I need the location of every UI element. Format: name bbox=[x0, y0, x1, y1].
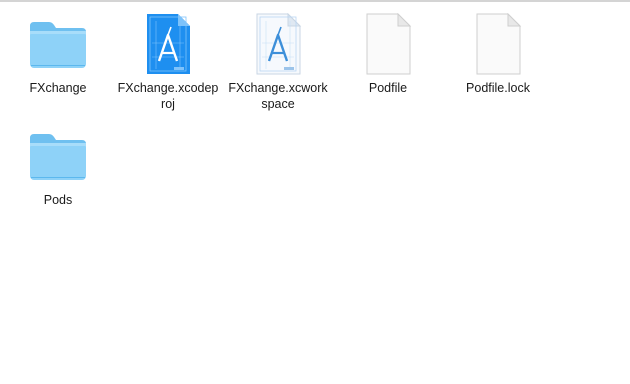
file-name-label: FXchange bbox=[29, 81, 87, 95]
file-item-xcworkspace[interactable]: FXchange.xcwork space bbox=[223, 12, 333, 112]
file-name-label: Podfile bbox=[368, 81, 408, 95]
file-item-pods-folder[interactable]: Pods bbox=[3, 124, 113, 208]
file-item-podfile[interactable]: Podfile bbox=[333, 12, 443, 96]
blank-document-icon bbox=[356, 12, 420, 76]
file-name-label: FXchange.xcodep roj bbox=[117, 81, 219, 111]
xcode-project-icon bbox=[136, 12, 200, 76]
folder-icon bbox=[26, 12, 90, 76]
file-item-podfile-lock[interactable]: Podfile.lock bbox=[443, 12, 553, 96]
file-name-label: FXchange.xcwork space bbox=[228, 81, 328, 111]
file-name-label: Pods bbox=[43, 193, 73, 207]
file-name-label: Podfile.lock bbox=[466, 81, 530, 95]
window-divider bbox=[0, 0, 630, 2]
folder-icon bbox=[26, 124, 90, 188]
blank-document-icon bbox=[466, 12, 530, 76]
finder-icon-view: FXchange FXchange.xcodep roj FXchange.xc… bbox=[0, 0, 630, 384]
xcode-workspace-icon bbox=[246, 12, 310, 76]
file-item-fxchange-folder[interactable]: FXchange bbox=[3, 12, 113, 96]
file-item-xcodeproj[interactable]: FXchange.xcodep roj bbox=[113, 12, 223, 112]
